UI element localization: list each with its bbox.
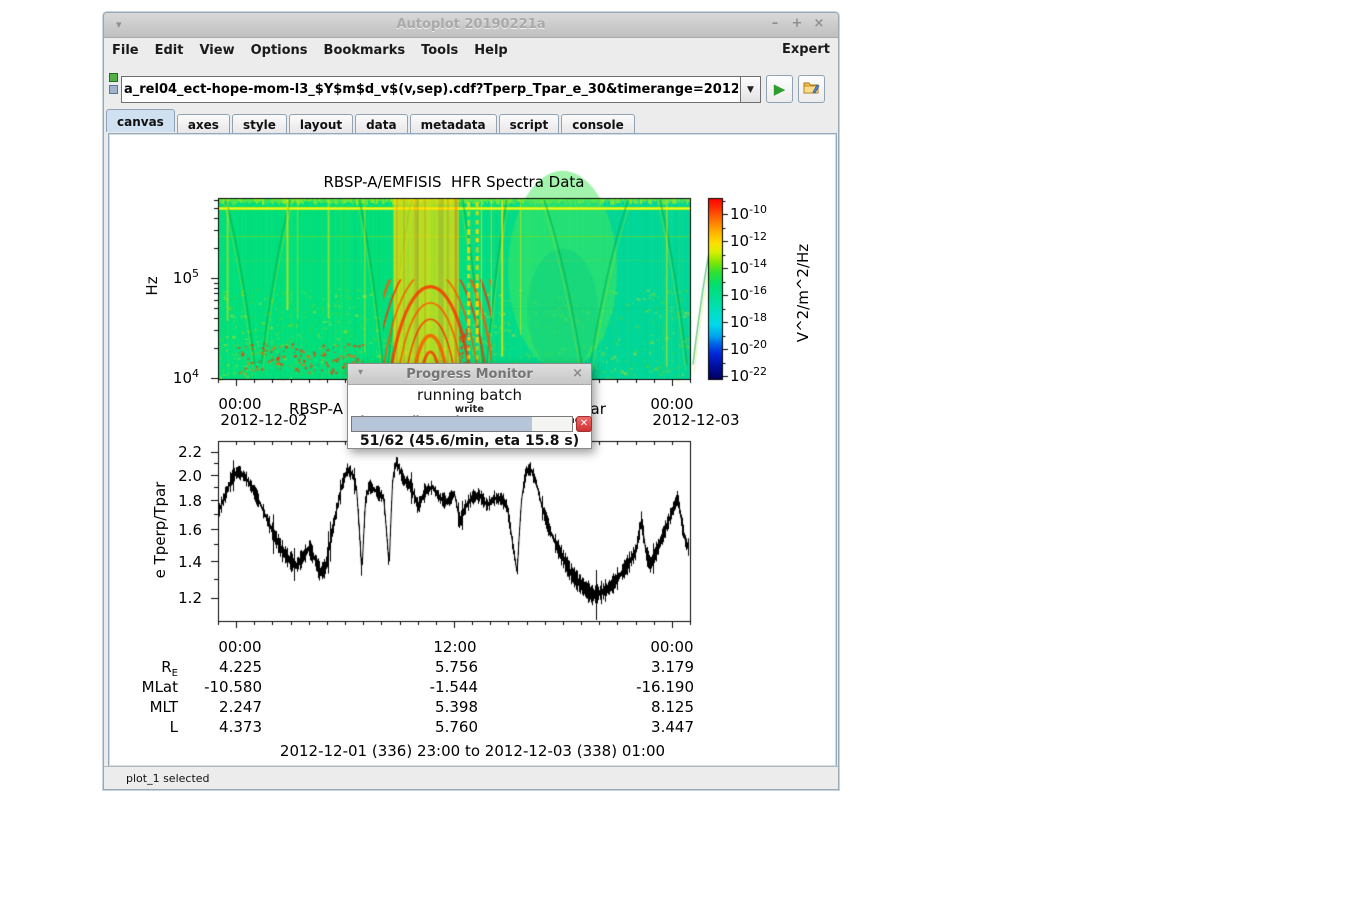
lineplot-xtick-label: 12:00: [415, 638, 495, 656]
spectrogram-title: RBSP-A/EMFISIS HFR Spectra Data: [254, 173, 654, 191]
spectrogram-ytick-label: 105: [159, 267, 199, 287]
time-range-footer: 2012-12-01 (336) 23:00 to 2012-12-03 (33…: [109, 742, 836, 760]
progress-bar: [351, 416, 573, 432]
progress-dialog-title: Progress Monitor: [348, 367, 591, 382]
spectrogram-ytick-label: 104: [159, 367, 199, 387]
menu-tools[interactable]: Tools: [413, 40, 466, 58]
progress-monitor-dialog: ▾ Progress Monitor × running batch write…: [347, 363, 592, 449]
context-row-value: -16.190: [614, 678, 694, 696]
tab-console[interactable]: console: [561, 114, 635, 134]
menu-view[interactable]: View: [191, 40, 242, 58]
colorbar-tick-label: 10-14: [730, 257, 785, 277]
url-row: ▼ ▶: [104, 63, 838, 107]
lineplot-ytick-label: 2.0: [162, 467, 202, 485]
status-text: plot_1 selected: [126, 772, 210, 785]
context-row-value: 8.125: [614, 698, 694, 716]
uri-input[interactable]: [121, 76, 741, 103]
context-row-label: L: [109, 718, 178, 736]
context-row-value: 4.373: [182, 718, 262, 736]
colorbar-tick-label: 10-20: [730, 338, 785, 358]
close-button[interactable]: ×: [808, 16, 830, 31]
menu-help[interactable]: Help: [466, 40, 515, 58]
maximize-button[interactable]: +: [786, 16, 808, 31]
lineplot-ytick-label: 1.8: [162, 492, 202, 510]
open-file-button[interactable]: [798, 75, 825, 103]
menu-bookmarks[interactable]: Bookmarks: [316, 40, 414, 58]
datasource-blue-square-icon: [109, 85, 118, 94]
progress-stop-button[interactable]: ✕: [576, 416, 592, 432]
progress-fraction-label: 51/62 (45.6/min, eta 15.8 s): [348, 433, 591, 449]
context-row-label: RE: [109, 658, 178, 679]
lineplot-ytick-label: 2.2: [162, 443, 202, 461]
menu-bar-items: FileEditViewOptionsBookmarksToolsHelp: [104, 39, 516, 58]
context-row-value: -10.580: [182, 678, 262, 696]
autoplot-window: ▾ Autoplot 20190221a –+× FileEditViewOpt…: [103, 12, 839, 790]
spectrogram-xtick-right-date: 2012-12-03: [646, 411, 746, 429]
menu-options[interactable]: Options: [243, 40, 316, 58]
menu-file[interactable]: File: [104, 40, 147, 58]
tab-bar: canvasaxesstylelayoutdatametadatascriptc…: [104, 109, 838, 133]
lineplot-ytick-label: 1.4: [162, 553, 202, 571]
context-row-label: MLat: [109, 678, 178, 696]
lineplot-ytick-label: 1.2: [162, 589, 202, 607]
plot-canvas-panel: RBSP-A/EMFISIS HFR Spectra Data Hz V^2/m…: [108, 133, 837, 767]
tab-axes[interactable]: axes: [177, 114, 230, 134]
tab-script[interactable]: script: [499, 114, 560, 134]
tab-style[interactable]: style: [232, 114, 287, 134]
expert-menu[interactable]: Expert: [782, 42, 830, 57]
context-row-label: MLT: [109, 698, 178, 716]
context-row-value: 5.398: [398, 698, 478, 716]
context-row-value: 5.760: [398, 718, 478, 736]
progress-dialog-titlebar[interactable]: ▾ Progress Monitor ×: [348, 364, 591, 385]
menu-edit[interactable]: Edit: [147, 40, 192, 58]
uri-dropdown-button[interactable]: ▼: [741, 76, 761, 103]
tab-metadata[interactable]: metadata: [410, 114, 497, 134]
minimize-button[interactable]: –: [764, 16, 786, 31]
tab-layout[interactable]: layout: [289, 114, 353, 134]
context-row-value: -1.544: [398, 678, 478, 696]
progress-bar-fill: [352, 417, 532, 431]
colorbar-tick-label: 10-18: [730, 311, 785, 331]
context-row-value: 2.247: [182, 698, 262, 716]
tab-data[interactable]: data: [355, 114, 408, 134]
folder-icon: [803, 80, 820, 95]
context-row-value: 5.756: [398, 658, 478, 676]
context-row-value: 3.447: [614, 718, 694, 736]
lineplot-title-fragment-left: RBSP-A: [289, 400, 343, 418]
colorbar-tick-label: 10-22: [730, 365, 785, 385]
progress-task-label: running batch: [348, 386, 591, 404]
lineplot-xtick-label: 00:00: [632, 638, 712, 656]
window-title: Autoplot 20190221a: [104, 17, 838, 32]
datasource-type-icon: [108, 73, 120, 97]
context-row-value: 4.225: [182, 658, 262, 676]
colorbar-tick-label: 10-10: [730, 203, 785, 223]
tab-canvas[interactable]: canvas: [106, 109, 175, 132]
window-titlebar[interactable]: ▾ Autoplot 20190221a –+×: [104, 13, 838, 38]
progress-dialog-close-icon[interactable]: ×: [572, 366, 583, 381]
colorbar-unit-label: V^2/m^2/Hz: [794, 237, 812, 349]
lineplot-ytick-label: 1.6: [162, 521, 202, 539]
lineplot-xtick-label: 00:00: [200, 638, 280, 656]
colorbar-tick-label: 10-12: [730, 230, 785, 250]
menu-bar: FileEditViewOptionsBookmarksToolsHelp Ex…: [104, 39, 838, 62]
datasource-green-square-icon: [109, 73, 118, 82]
status-bar: plot_1 selected: [104, 766, 838, 789]
go-play-button[interactable]: ▶: [766, 75, 793, 103]
context-row-value: 3.179: [614, 658, 694, 676]
colorbar-tick-label: 10-16: [730, 284, 785, 304]
